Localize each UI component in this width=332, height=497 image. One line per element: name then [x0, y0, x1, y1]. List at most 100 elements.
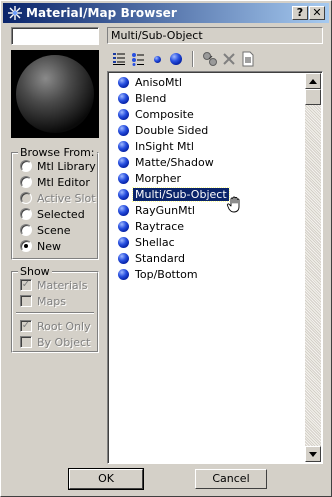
list-item-label: Composite — [135, 107, 194, 121]
ok-button[interactable]: OK — [68, 468, 144, 490]
app-icon — [7, 5, 23, 21]
radio-button[interactable] — [20, 176, 32, 188]
radio-button[interactable] — [20, 240, 32, 252]
material-sphere-icon — [118, 140, 129, 152]
material-sphere-icon — [118, 252, 129, 264]
title-bar[interactable]: Material/Map Browser ? ✕ — [3, 3, 329, 23]
list-item[interactable]: Multi/Sub-Object — [118, 186, 230, 202]
show-label: Show — [18, 265, 52, 278]
large-icons-view-icon[interactable] — [167, 50, 185, 68]
browse-from-group: Browse From: Mtl Library Mtl Editor Acti… — [11, 146, 99, 260]
close-button[interactable]: ✕ — [309, 6, 325, 20]
checkbox-label: By Object — [37, 335, 91, 349]
list-item-label: Shellac — [135, 235, 175, 249]
delete-icon[interactable] — [220, 50, 238, 68]
list-item[interactable]: AnisoMtl — [118, 74, 184, 90]
radio-button[interactable] — [20, 208, 32, 220]
material-map-browser-window: Material/Map Browser ? ✕ Multi/Sub-Objec… — [0, 0, 332, 497]
list-item-label: Standard — [135, 251, 186, 265]
sphere-preview — [11, 50, 99, 138]
list-item[interactable]: Morpher — [118, 170, 183, 186]
browse-from-label: Browse From: — [18, 146, 97, 159]
list-item[interactable]: Raytrace — [118, 218, 186, 234]
radio-label: Scene — [37, 223, 71, 237]
list-item[interactable]: Double Sided — [118, 122, 210, 138]
checkbox-label: Maps — [37, 294, 66, 308]
radio-label: Mtl Editor — [37, 175, 90, 189]
material-sphere-icon — [118, 124, 129, 136]
checkbox-root-only: ✓ Root Only — [20, 319, 91, 333]
scroll-up-button[interactable] — [305, 73, 321, 89]
material-sphere-icon — [118, 108, 129, 120]
list-item[interactable]: InSight Mtl — [118, 138, 196, 154]
list-item-label: AnisoMtl — [135, 75, 182, 89]
list-item[interactable]: Blend — [118, 90, 168, 106]
scroll-thumb[interactable] — [305, 89, 321, 105]
list-item[interactable]: Top/Bottom — [118, 266, 200, 282]
material-sphere-icon — [118, 76, 129, 88]
radio-active-slot: Active Slot — [20, 191, 96, 205]
vertical-scrollbar[interactable] — [305, 73, 321, 462]
list-item[interactable]: Shellac — [118, 234, 177, 250]
list-item-label: Double Sided — [135, 123, 209, 137]
radio-selected[interactable]: Selected — [20, 207, 85, 221]
view-toolbar — [107, 48, 323, 70]
radio-label: New — [37, 239, 61, 253]
material-name-input[interactable] — [11, 27, 99, 45]
material-sphere-icon — [118, 188, 129, 200]
list-item-label: Multi/Sub-Object — [132, 186, 230, 202]
material-sphere-icon — [118, 156, 129, 168]
toolbar-separator — [192, 51, 194, 67]
small-icons-view-icon[interactable] — [148, 50, 166, 68]
radio-label: Active Slot — [37, 191, 96, 205]
checkbox-maps: Maps — [20, 294, 66, 308]
checkbox-label: Root Only — [37, 319, 91, 333]
material-sphere-icon — [118, 172, 129, 184]
material-list[interactable]: AnisoMtl Blend Composite Double Sided InSigh… — [107, 71, 323, 464]
list-item-label: InSight Mtl — [135, 139, 194, 153]
list-item-label: Blend — [135, 91, 167, 105]
radio-mtl-library[interactable]: Mtl Library — [20, 159, 96, 173]
checkbox-materials: ✓ Materials — [20, 278, 87, 292]
checkbox — [20, 295, 32, 307]
checkbox — [20, 336, 32, 348]
material-sphere-icon — [118, 92, 129, 104]
clear-icon[interactable] — [239, 50, 257, 68]
list-item-label: Matte/Shadow — [135, 155, 214, 169]
radio-label: Selected — [37, 207, 85, 221]
update-scene-icon[interactable] — [201, 50, 219, 68]
list-item[interactable]: Standard — [118, 250, 187, 266]
show-group: Show ✓ Materials Maps ✓ Root Only By Obj… — [11, 265, 99, 353]
radio-mtl-editor[interactable]: Mtl Editor — [20, 175, 90, 189]
radio-label: Mtl Library — [37, 159, 96, 173]
material-sphere-icon — [118, 220, 129, 232]
radio-button[interactable] — [20, 160, 32, 172]
scroll-down-button[interactable] — [305, 446, 321, 462]
help-button[interactable]: ? — [292, 6, 308, 20]
list-item-label: Top/Bottom — [135, 267, 198, 281]
hand-cursor-icon — [226, 196, 244, 217]
radio-button[interactable] — [20, 224, 32, 236]
checkbox: ✓ — [20, 320, 32, 332]
list-item[interactable]: RayGunMtl — [118, 202, 197, 218]
checkbox-label: Materials — [37, 278, 88, 292]
list-item[interactable]: Composite — [118, 106, 196, 122]
list-item[interactable]: Matte/Shadow — [118, 154, 216, 170]
material-sphere-icon — [118, 236, 129, 248]
material-sphere-icon — [118, 268, 129, 280]
cancel-button[interactable]: Cancel — [195, 469, 267, 489]
checkbox-by-object: By Object — [20, 335, 90, 349]
list-view-icon[interactable] — [110, 50, 128, 68]
radio-scene[interactable]: Scene — [20, 223, 71, 237]
radio-new[interactable]: New — [20, 239, 61, 253]
checkbox: ✓ — [20, 279, 32, 291]
list-item-label: RayGunMtl — [135, 203, 195, 217]
list-icons-view-icon[interactable] — [129, 50, 147, 68]
window-title: Material/Map Browser — [26, 6, 177, 20]
material-sphere-icon — [118, 204, 129, 216]
list-item-label: Morpher — [135, 171, 181, 185]
material-type-field: Multi/Sub-Object — [107, 27, 323, 44]
list-item-label: Raytrace — [135, 219, 185, 233]
divider — [16, 312, 94, 314]
radio-button — [20, 192, 32, 204]
